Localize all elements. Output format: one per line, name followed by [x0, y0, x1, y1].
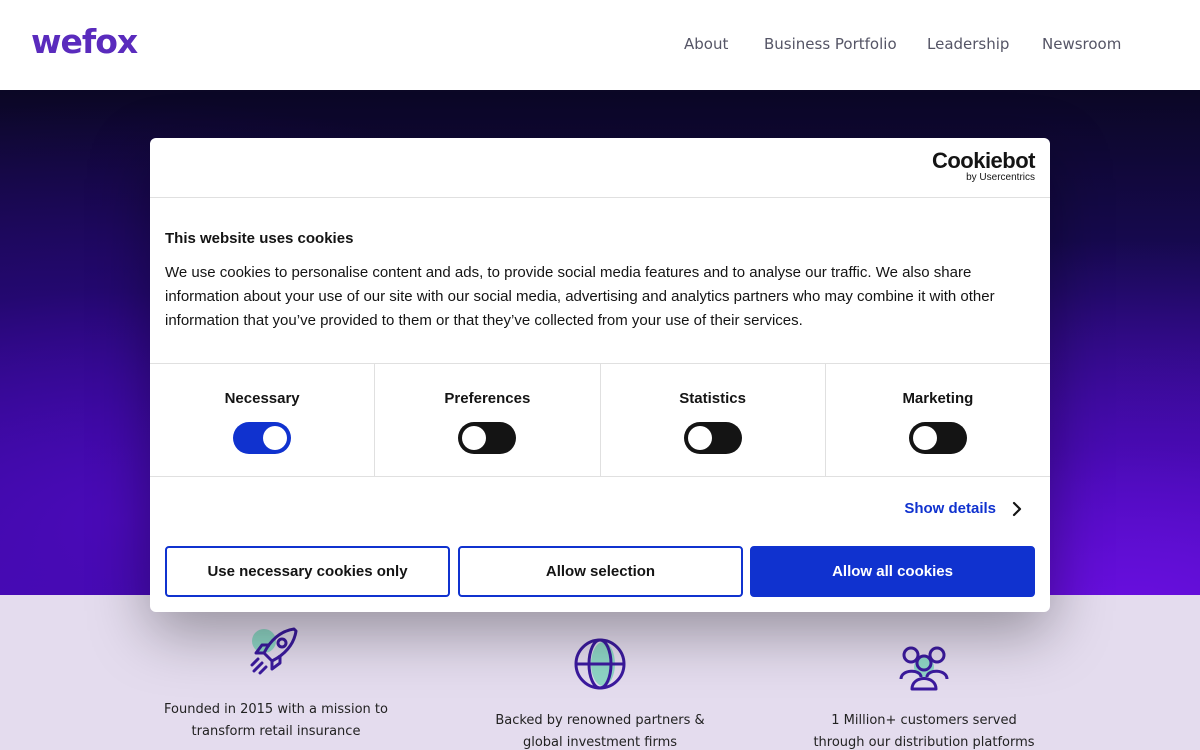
- stat-backed: Backed by renowned partners & global inv…: [495, 713, 705, 750]
- toggle-knob: [687, 426, 712, 450]
- dialog-description: We use cookies to personalise content an…: [165, 264, 995, 329]
- category-label: Statistics: [679, 390, 746, 407]
- consent-categories: Necessary Preferences Statistics Marketi…: [150, 363, 1050, 477]
- toggle-knob: [462, 426, 487, 450]
- category-label: Marketing: [902, 390, 974, 407]
- nav-newsroom[interactable]: Newsroom: [1042, 35, 1121, 53]
- allow-selection-button[interactable]: Allow selection: [458, 546, 743, 597]
- cookiebot-logo: Cookiebot by Usercentrics: [931, 148, 1036, 184]
- category-label: Preferences: [444, 390, 531, 407]
- wefox-logo[interactable]: wefox: [31, 22, 138, 61]
- category-preferences: Preferences: [375, 364, 601, 476]
- category-label: Necessary: [224, 390, 300, 407]
- dialog-header: Cookiebot by Usercentrics: [150, 138, 1050, 198]
- category-necessary: Necessary: [150, 364, 376, 476]
- category-marketing: Marketing: [826, 364, 1050, 476]
- preferences-toggle[interactable]: [458, 422, 517, 454]
- stat-founded: Founded in 2015 with a mission to transf…: [164, 702, 388, 739]
- category-statistics: Statistics: [601, 364, 826, 476]
- dialog-title: This website uses cookies: [165, 230, 354, 247]
- show-details-link[interactable]: Show details: [904, 500, 1022, 517]
- people-icon: [899, 646, 949, 691]
- stats-band: Founded in 2015 with a mission to transf…: [0, 595, 1200, 750]
- dialog-body: This website uses cookies We use cookies…: [165, 230, 1035, 333]
- nav-leadership[interactable]: Leadership: [927, 35, 1009, 53]
- cookie-consent-dialog: Cookiebot by Usercentrics This website u…: [150, 138, 1050, 612]
- stat-customers: 1 Million+ customers served through our …: [813, 713, 1035, 750]
- rocket-icon: [250, 627, 298, 675]
- toggle-knob: [263, 426, 288, 450]
- globe-icon: [574, 638, 626, 690]
- site-header: wefox About Business Portfolio Leadershi…: [0, 0, 1200, 90]
- nav-business-portfolio[interactable]: Business Portfolio: [764, 35, 897, 53]
- nav-about[interactable]: About: [684, 35, 728, 53]
- allow-all-cookies-button[interactable]: Allow all cookies: [750, 546, 1035, 597]
- chevron-right-icon: [1012, 501, 1022, 516]
- statistics-toggle[interactable]: [683, 422, 742, 454]
- show-details-label: Show details: [904, 500, 996, 517]
- use-necessary-cookies-button[interactable]: Use necessary cookies only: [165, 546, 450, 597]
- necessary-toggle[interactable]: [233, 422, 292, 454]
- marketing-toggle[interactable]: [908, 422, 967, 454]
- toggle-knob: [912, 426, 937, 450]
